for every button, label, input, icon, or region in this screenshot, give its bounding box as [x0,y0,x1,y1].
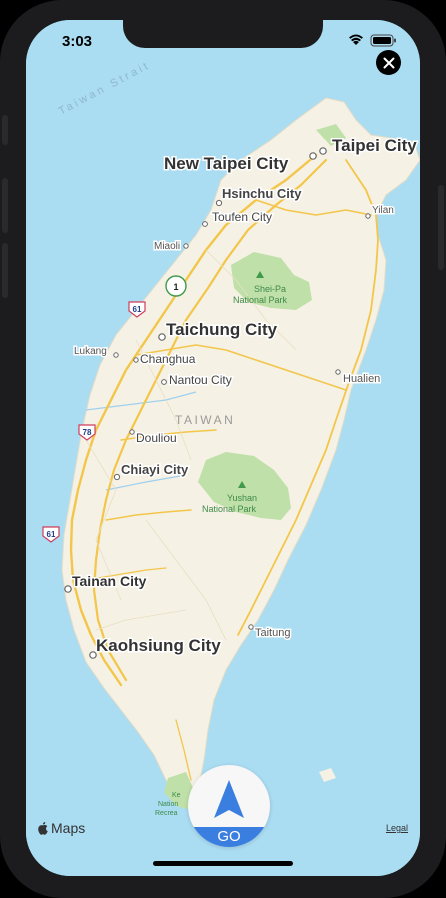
status-icons [348,32,398,48]
city-label: Hsinchu City [222,186,302,201]
go-button[interactable]: GO [188,765,270,847]
screen: Taiwan Strait New Taipei City Taipei Cit… [26,20,420,876]
city-label: Kaohsiung City [96,636,221,655]
svg-text:Ke: Ke [172,792,181,799]
island-label: TAIWAN [175,413,235,427]
battery-icon [370,34,396,47]
city-label: Taipei City [332,136,417,155]
city-label: Lukang [74,346,107,357]
city-changhua[interactable]: Changhua [133,351,197,368]
go-label: GO [188,827,270,847]
svg-text:Nation: Nation [158,801,178,808]
volume-down-button [2,243,8,298]
svg-text:61: 61 [133,305,142,314]
svg-text:National Park: National Park [233,295,288,305]
apple-logo-icon [38,822,48,835]
city-hualien[interactable]: Hualien [335,369,382,387]
city-label: Douliou [136,431,177,445]
city-label: Hualien [343,373,380,385]
svg-text:78: 78 [83,428,92,437]
close-button[interactable] [376,50,401,75]
city-label: Yilan [372,205,394,216]
city-taitung[interactable]: Taitung [248,624,292,641]
city-label: Toufen City [212,210,272,224]
city-taichung[interactable]: Taichung City [158,319,279,341]
volume-up-button [2,178,8,233]
city-nantou[interactable]: Nantou City [161,372,233,389]
city-taipei[interactable]: Taipei City [319,135,419,157]
maps-brand-label: Maps [51,820,86,836]
city-label: Taitung [255,627,290,639]
city-label: Miaoli [154,241,180,252]
city-label: New Taipei City [164,154,289,173]
city-douliou[interactable]: Douliou [129,429,178,447]
highway-shield: 1 [165,275,187,297]
maps-attribution: Maps [37,820,85,836]
power-button [438,185,444,270]
map-view[interactable]: Taiwan Strait New Taipei City Taipei Cit… [26,20,420,876]
svg-text:1: 1 [173,282,178,292]
city-kaohsiung[interactable]: Kaohsiung City [89,635,223,659]
city-label: Changhua [140,352,196,366]
city-label: Taichung City [166,320,278,339]
close-icon [383,57,394,68]
wifi-icon [349,34,363,45]
svg-text:Yushan: Yushan [227,493,257,503]
city-toufen[interactable]: Toufen City [202,209,274,227]
city-label: Nantou City [169,373,232,387]
city-chiayi[interactable]: Chiayi City [113,461,190,481]
svg-text:Recrea: Recrea [155,810,178,817]
city-label: Tainan City [72,573,147,589]
svg-text:61: 61 [47,530,56,539]
svg-text:National Park: National Park [202,504,257,514]
mute-switch [2,115,8,145]
status-time: 3:03 [62,33,93,50]
legal-link[interactable]: Legal [386,823,408,833]
city-label: Chiayi City [121,462,189,477]
svg-text:Shei-Pa: Shei-Pa [254,284,286,294]
home-indicator[interactable] [153,861,293,866]
notch [123,20,323,48]
